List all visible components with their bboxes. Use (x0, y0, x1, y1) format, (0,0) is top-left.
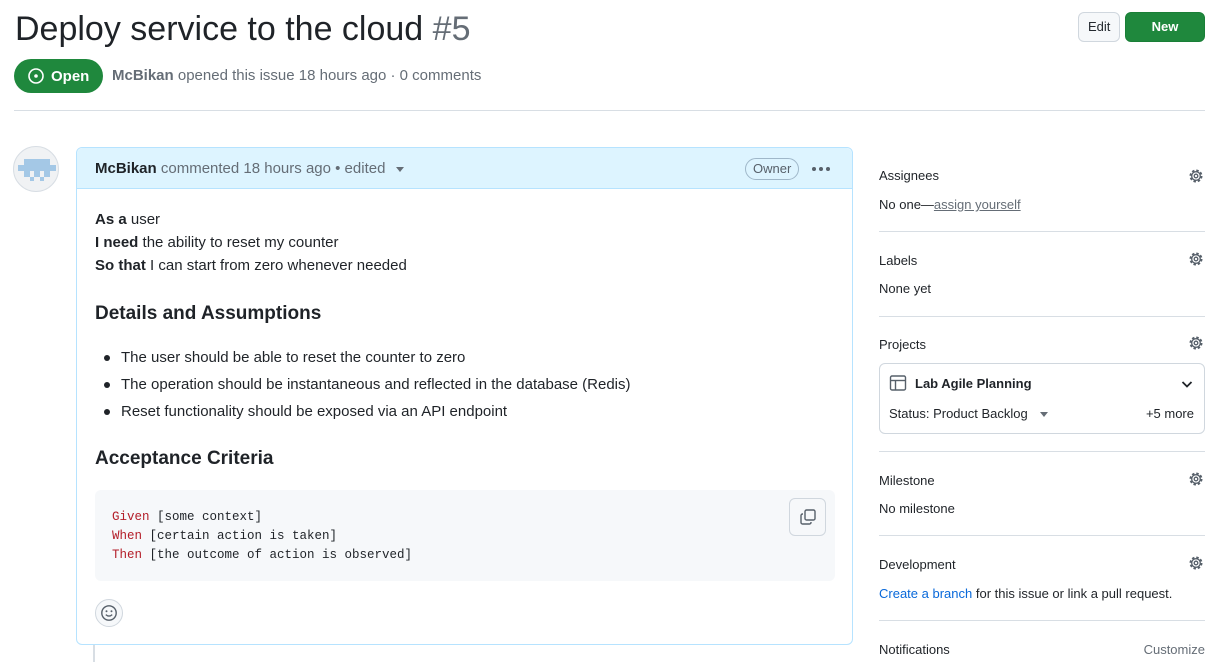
projects-section: Projects Lab Agile Planning Status: Prod… (879, 317, 1205, 452)
issue-comment: McBikan commented 18 hours ago • edited … (76, 147, 853, 645)
assignees-title[interactable]: Assignees (879, 168, 939, 183)
milestone-title[interactable]: Milestone (879, 473, 935, 488)
copy-icon (799, 509, 816, 525)
comment-author-link[interactable]: McBikan (95, 160, 157, 177)
assignees-value: No one—assign yourself (879, 197, 1021, 212)
owner-badge: Owner (745, 158, 800, 180)
list-item: Reset functionality should be exposed vi… (95, 398, 631, 425)
story-line: I need the ability to reset my counter (95, 234, 339, 251)
code-block: Given [some context] When [certain action… (95, 490, 835, 581)
customize-link[interactable]: Customize (1144, 642, 1205, 657)
labels-section: Labels None yet (879, 232, 1205, 317)
issue-title: Deploy service to the cloud #5 (15, 8, 471, 50)
create-branch-link[interactable]: Create a branch (879, 586, 972, 601)
avatar-identicon (18, 159, 56, 181)
issue-number: #5 (432, 10, 471, 48)
table-icon (889, 375, 907, 391)
development-section: Development Create a branch for this iss… (879, 536, 1205, 621)
comment-timestamp[interactable]: commented 18 hours ago • edited (161, 160, 386, 177)
smiley-icon (101, 605, 117, 621)
issue-opened-text: opened this issue 18 hours ago · 0 comme… (177, 67, 482, 84)
project-more-link[interactable]: +5 more (1146, 406, 1194, 421)
issue-title-text: Deploy service to the cloud (15, 10, 424, 48)
milestone-value: No milestone (879, 501, 955, 516)
notifications-title: Notifications (879, 642, 950, 657)
code-line: Then [the outcome of action is observed] (112, 548, 413, 562)
issue-meta: McBikan opened this issue 18 hours ago ·… (112, 67, 481, 84)
project-status[interactable]: Status: Product Backlog (889, 406, 1048, 421)
code-line: When [certain action is taken] (112, 529, 338, 543)
development-title[interactable]: Development (879, 557, 956, 572)
assign-yourself-link[interactable]: assign yourself (934, 197, 1021, 212)
issue-state-badge: Open (14, 59, 103, 93)
development-value: Create a branch for this issue or link a… (879, 586, 1173, 601)
issue-open-icon (28, 68, 44, 84)
details-heading: Details and Assumptions (95, 303, 322, 324)
issue-header: Deploy service to the cloud #5 Edit New … (14, 0, 1205, 111)
list-item: The operation should be instantaneous an… (95, 371, 631, 398)
assignees-section: Assignees No one—assign yourself (879, 148, 1205, 232)
edit-button[interactable]: Edit (1078, 12, 1121, 42)
gear-icon[interactable] (1187, 167, 1205, 185)
code-line: Given [some context] (112, 510, 263, 524)
gear-icon[interactable] (1187, 554, 1205, 572)
acceptance-heading: Acceptance Criteria (95, 448, 274, 469)
labels-title[interactable]: Labels (879, 253, 917, 268)
chevron-down-icon[interactable] (1180, 377, 1194, 391)
project-name[interactable]: Lab Agile Planning (915, 376, 1032, 391)
new-issue-button[interactable]: New issue (1125, 12, 1205, 62)
story-line: As a user (95, 211, 161, 228)
labels-value: None yet (879, 281, 932, 296)
user-story: As a user I need the ability to reset my… (95, 208, 407, 277)
avatar[interactable] (13, 146, 59, 192)
code-content: Given [some context] When [certain action… (112, 508, 412, 565)
details-list: The user should be able to reset the cou… (95, 344, 631, 425)
gear-icon[interactable] (1187, 334, 1205, 352)
timeline-line (93, 644, 95, 662)
list-item: The user should be able to reset the cou… (95, 344, 631, 371)
projects-title[interactable]: Projects (879, 337, 926, 352)
notifications-section: Notifications Customize (879, 621, 1205, 661)
copy-button[interactable] (789, 498, 826, 536)
add-reaction-button[interactable] (95, 599, 123, 627)
gear-icon[interactable] (1187, 470, 1205, 488)
project-card[interactable]: Lab Agile Planning Status: Product Backl… (879, 363, 1205, 434)
issue-author-link[interactable]: McBikan (112, 67, 174, 84)
edited-dropdown-icon[interactable] (395, 166, 404, 172)
comment-options-icon[interactable] (809, 158, 833, 180)
issue-state-label: Open (51, 67, 90, 85)
story-line: So that I can start from zero whenever n… (95, 257, 407, 274)
gear-icon[interactable] (1187, 250, 1205, 268)
milestone-section: Milestone No milestone (879, 452, 1205, 536)
comment-meta: McBikan commented 18 hours ago • edited (95, 160, 404, 177)
comment-header: McBikan commented 18 hours ago • edited … (77, 148, 852, 189)
status-dropdown-icon[interactable] (1039, 412, 1048, 418)
